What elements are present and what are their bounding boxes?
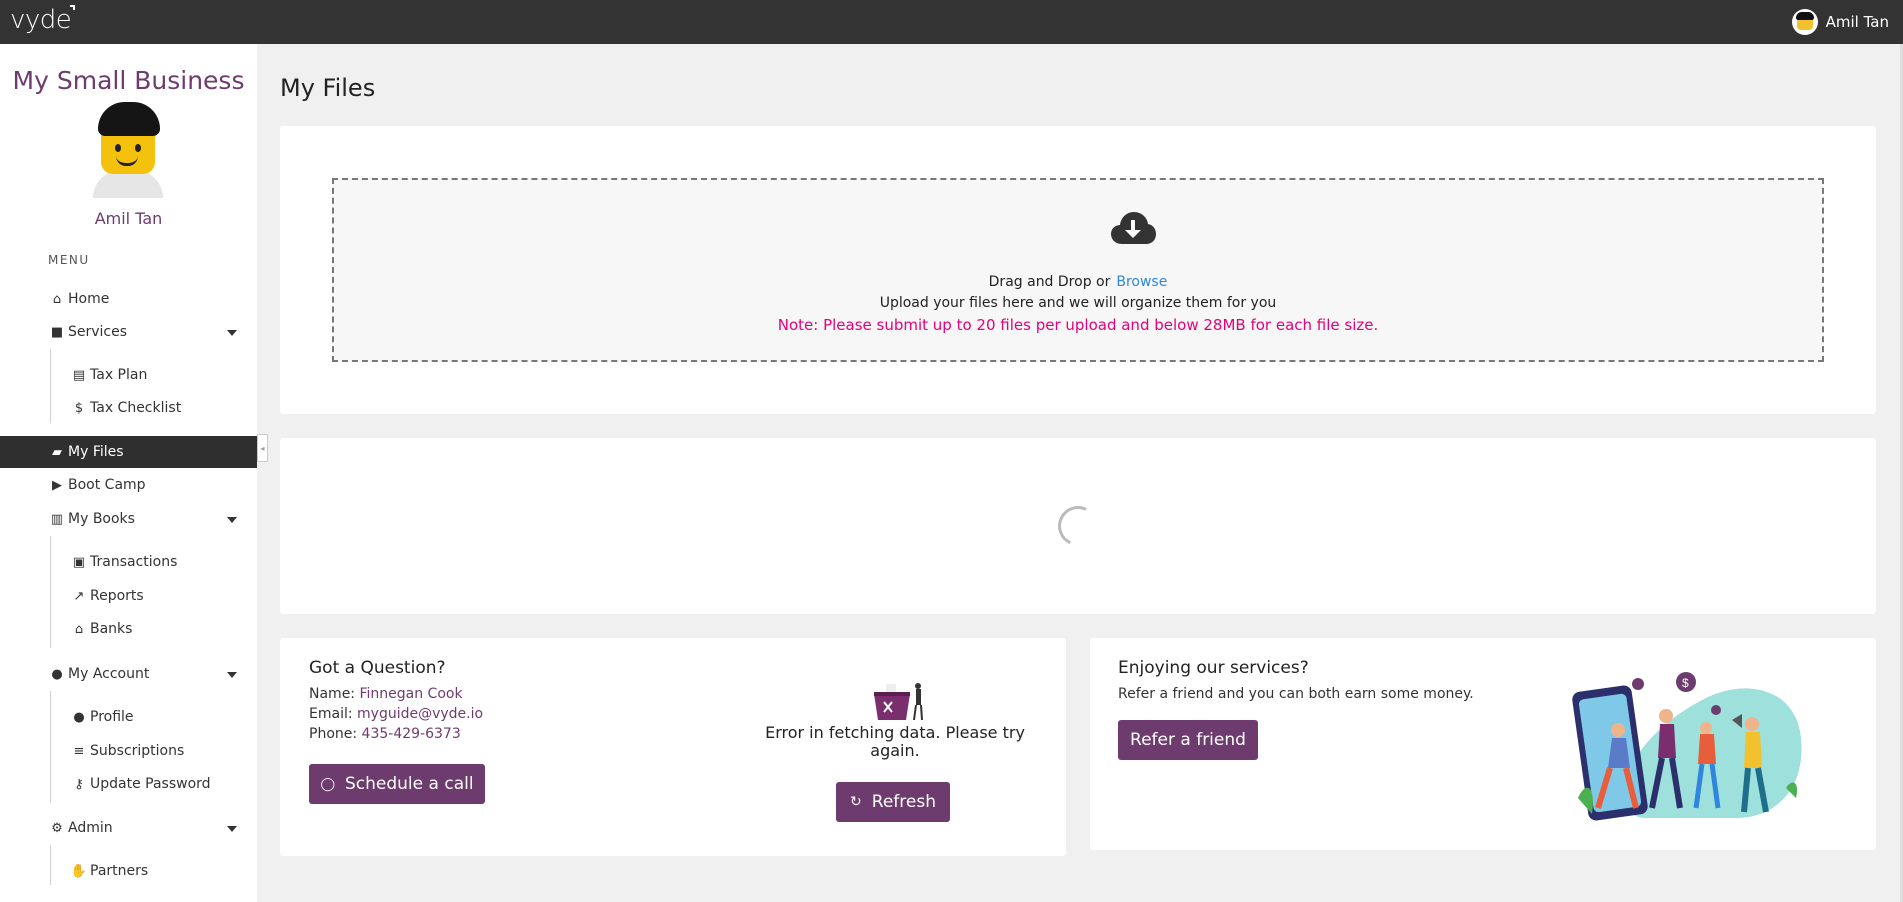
sidebar-item-label: Transactions [90, 554, 178, 570]
bank-icon: ⌂ [74, 621, 84, 637]
error-illustration-icon [874, 683, 923, 721]
sidebar-item-update-password[interactable]: ⚷ Update Password [0, 768, 257, 800]
sidebar-item-home[interactable]: ⌂ Home [0, 283, 257, 315]
sidebar-item-subscriptions[interactable]: ≡ Subscriptions [0, 735, 257, 767]
sidebar-item-reports[interactable]: ↗ Reports [0, 580, 257, 612]
user-key-icon: ⚷ [74, 776, 84, 792]
home-icon: ⌂ [52, 291, 62, 307]
chevron-down-icon [227, 672, 237, 678]
logo-mark-icon [70, 5, 75, 10]
money-icon: ▣ [72, 554, 86, 570]
user-icon: ● [73, 709, 85, 725]
drag-text: Drag and Drop or [988, 274, 1111, 290]
sidebar-item-my-books[interactable]: ▥ My Books [0, 503, 257, 535]
sidebar-item-tax-plan[interactable]: ▤ Tax Plan [0, 359, 257, 391]
refer-title: Enjoying our services? [1118, 658, 1309, 678]
sidebar-item-banks[interactable]: ⌂ Banks [0, 613, 257, 645]
loading-spinner-icon [1052, 500, 1104, 552]
sidebar-item-label: My Files [68, 444, 124, 460]
browse-link[interactable]: Browse [1116, 274, 1167, 290]
vyde-logo[interactable]: vyde [10, 5, 72, 35]
sidebar-user-name: Amil Tan [94, 209, 163, 228]
sidebar-item-tax-checklist[interactable]: $ Tax Checklist [0, 392, 257, 424]
guide-name-row: Name: Finnegan Cook [309, 686, 463, 702]
sidebar-item-label: Boot Camp [68, 477, 146, 493]
sidebar-item-label: Update Password [90, 776, 211, 792]
refer-card: Enjoying our services? Refer a friend an… [1090, 638, 1876, 850]
briefcase-icon: ■ [50, 324, 64, 340]
sidebar-item-label: Services [68, 324, 128, 340]
sidebar-collapse-toggle[interactable]: ◂ [257, 434, 268, 462]
svg-text:$: $ [1682, 676, 1689, 690]
cloud-download-icon [1111, 212, 1156, 244]
sidebar-item-label: Reports [90, 588, 144, 604]
sidebar-item-label: Tax Checklist [90, 400, 182, 416]
sidebar-item-label: Profile [90, 709, 134, 725]
sidebar-item-label: Partners [90, 863, 149, 879]
guide-phone-row: Phone: 435-429-6373 [309, 726, 461, 742]
upload-card: Drag and Drop or Browse Upload your files… [280, 126, 1876, 414]
sidebar-item-transactions[interactable]: ▣ Transactions [0, 546, 257, 578]
sidebar-item-profile[interactable]: ● Profile [0, 701, 257, 733]
chevron-down-icon [227, 826, 237, 832]
chevron-down-icon [227, 330, 237, 336]
question-card: Got a Question? Name: Finnegan Cook Emai… [280, 638, 1066, 856]
sidebar-item-my-files[interactable]: ▰ My Files [0, 436, 257, 468]
user-gear-icon: ⚙ [51, 820, 63, 836]
dollar-icon: $ [74, 400, 84, 416]
top-user-name: Amil Tan [1825, 13, 1889, 31]
refer-text: Refer a friend and you can both earn som… [1118, 686, 1474, 702]
sidebar-item-label: My Books [68, 511, 135, 527]
guide-name: Finnegan Cook [359, 686, 463, 702]
dropzone-subtext: Upload your files here and we will organ… [879, 295, 1277, 311]
sidebar-item-label: Banks [90, 621, 133, 637]
top-bar: vyde Amil Tan [0, 0, 1903, 44]
chevron-down-icon [227, 517, 237, 523]
user-circle-icon: ● [51, 666, 63, 682]
sidebar-item-label: Admin [68, 820, 113, 836]
sidebar-item-label: Tax Plan [90, 367, 148, 383]
refer-friend-button[interactable]: Refer a friend [1118, 720, 1258, 760]
menu-label: MENU [48, 253, 90, 267]
guide-phone[interactable]: 435-429-6373 [362, 726, 461, 742]
sidebar-item-label: Subscriptions [90, 743, 185, 759]
chat-bubble-icon: ◯ [320, 776, 335, 792]
sidebar-item-boot-camp[interactable]: ▶ Boot Camp [0, 469, 257, 501]
avatar [1791, 9, 1818, 35]
sidebar-item-partners[interactable]: ✋ Partners [0, 855, 257, 887]
profile-avatar [88, 100, 168, 198]
document-icon: ▤ [72, 367, 86, 383]
video-icon: ▶ [52, 477, 62, 493]
question-title: Got a Question? [309, 658, 446, 678]
list-icon: ≡ [73, 743, 85, 759]
sidebar: My Small Business Amil Tan MENU ⌂ Home ■… [0, 44, 257, 902]
book-icon: ▥ [50, 511, 64, 527]
refresh-icon: ↻ [850, 794, 862, 810]
upload-note: Note: Please submit up to 20 files per u… [777, 316, 1379, 334]
top-user-menu[interactable]: Amil Tan [1791, 7, 1889, 37]
guide-email-link[interactable]: myguide@vyde.io [357, 706, 483, 722]
sidebar-item-admin[interactable]: ⚙ Admin [0, 812, 257, 844]
dropzone-instructions: Drag and Drop or Browse [334, 274, 1822, 290]
sidebar-item-label: Home [68, 291, 110, 307]
referral-illustration-icon: $ [1572, 672, 1802, 821]
sidebar-item-label: My Account [68, 666, 150, 682]
folder-icon: ▰ [52, 444, 62, 460]
guide-email-row: Email: myguide@vyde.io [309, 706, 484, 722]
files-list-card [280, 438, 1876, 614]
file-dropzone[interactable]: Drag and Drop or Browse Upload your files… [332, 178, 1824, 362]
sidebar-item-services[interactable]: ■ Services [0, 316, 257, 348]
handshake-icon: ✋ [70, 863, 88, 879]
page-title: My Files [280, 74, 376, 102]
error-message: Error in fetching data. Please try again… [765, 723, 1025, 760]
schedule-call-button[interactable]: ◯ Schedule a call [309, 764, 485, 804]
sidebar-item-my-account[interactable]: ● My Account [0, 658, 257, 690]
refresh-button[interactable]: ↻ Refresh [836, 782, 950, 822]
business-title: My Small Business [12, 66, 245, 95]
chart-line-icon: ↗ [73, 588, 85, 604]
